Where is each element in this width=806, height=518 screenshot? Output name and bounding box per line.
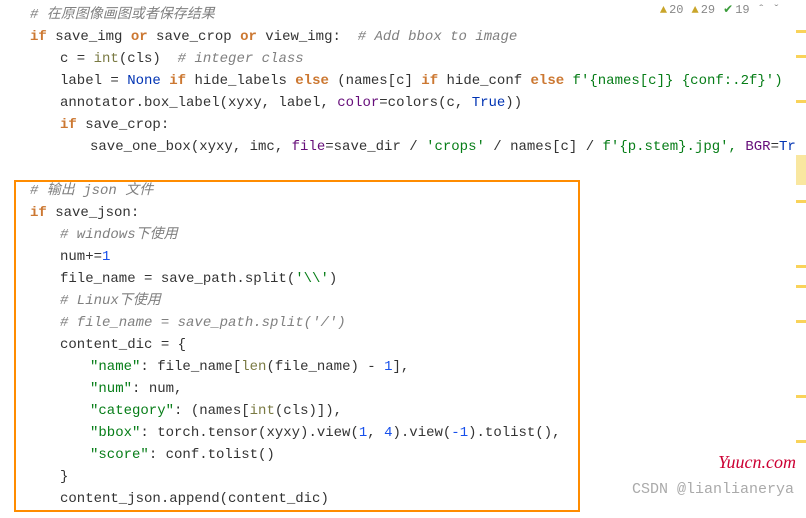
code-line: if save_img or save_crop or view_img: # …	[30, 26, 806, 48]
code-line	[30, 158, 806, 180]
code-line: "bbox": torch.tensor(xyxy).view(1, 4).vi…	[30, 422, 806, 444]
watermark-csdn: CSDN @lianlianerya	[632, 481, 794, 498]
code-line: "num": num,	[30, 378, 806, 400]
code-line: file_name = save_path.split('\\')	[30, 268, 806, 290]
code-line: label = None if hide_labels else (names[…	[30, 70, 806, 92]
code-line: content_dic = {	[30, 334, 806, 356]
code-line: if save_crop:	[30, 114, 806, 136]
code-line: save_one_box(xyxy, imc, file=save_dir / …	[30, 136, 806, 158]
code-line: "score": conf.tolist()	[30, 444, 806, 466]
code-line: if save_json:	[30, 202, 806, 224]
code-line: num+=1	[30, 246, 806, 268]
code-line: # 在原图像画图或者保存结果	[30, 4, 806, 26]
code-line: annotator.box_label(xyxy, label, color=c…	[30, 92, 806, 114]
code-line: # Linux下使用	[30, 290, 806, 312]
code-line: # file_name = save_path.split('/')	[30, 312, 806, 334]
code-line: # 输出 json 文件	[30, 180, 806, 202]
watermark-yuucn: Yuucn.com	[718, 452, 796, 473]
code-line: # windows下使用	[30, 224, 806, 246]
code-line: "category": (names[int(cls)]),	[30, 400, 806, 422]
code-line: c = int(cls) # integer class	[30, 48, 806, 70]
code-editor[interactable]: # 在原图像画图或者保存结果 if save_img or save_crop …	[0, 0, 806, 510]
error-stripe[interactable]	[796, 0, 806, 518]
code-line: "name": file_name[len(file_name) - 1],	[30, 356, 806, 378]
